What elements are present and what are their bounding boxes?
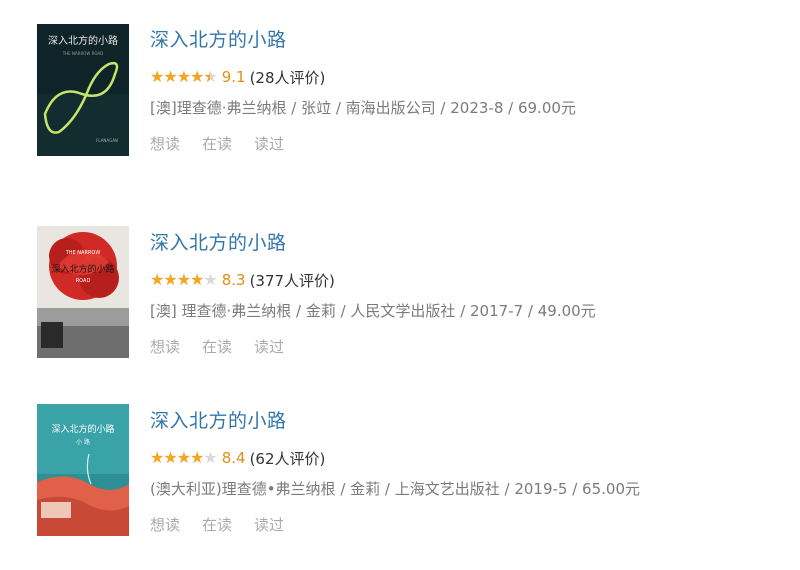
rating-score: 8.3: [221, 271, 246, 289]
rating-count: (377人评价): [249, 271, 335, 290]
cover-title-text: 深入北方的小路: [48, 34, 118, 47]
svg-text:ROAD: ROAD: [76, 278, 91, 284]
book-title-link[interactable]: 深入北方的小路: [150, 28, 576, 52]
want-to-read-button[interactable]: 想读: [150, 515, 180, 535]
rating-row: ★★★★★★★★★★ 8.3 (377人评价): [150, 270, 596, 290]
cover-title-text: 深入北方的小路: [51, 263, 114, 275]
book-cover-image[interactable]: 深入北方的小路 小 路: [37, 404, 129, 536]
rating-score: 8.4: [221, 449, 246, 467]
star-rating-icon: ★★★★★★★★★★: [150, 67, 218, 86]
svg-text:FLANAGAN: FLANAGAN: [96, 138, 118, 143]
book-cover-image[interactable]: 深入北方的小路 THE NARROW ROAD FLANAGAN: [37, 24, 129, 156]
want-to-read-button[interactable]: 想读: [150, 337, 180, 357]
publication-info: (澳大利亚)理查德•弗兰纳根 / 金莉 / 上海文艺出版社 / 2019-5 /…: [150, 480, 640, 498]
want-to-read-button[interactable]: 想读: [150, 134, 180, 154]
svg-text:THE NARROW ROAD: THE NARROW ROAD: [62, 51, 104, 56]
book-cover-image[interactable]: THE NARROW ROAD 深入北方的小路: [37, 226, 129, 358]
reading-button[interactable]: 在读: [202, 337, 232, 357]
read-button[interactable]: 读过: [254, 515, 284, 535]
rating-row: ★★★★★ ★★★★★ 9.1 (28人评价): [150, 67, 576, 87]
rating-count: (28人评价): [249, 68, 326, 87]
star-rating-icon: ★★★★★★★★★★: [150, 448, 218, 467]
reading-button[interactable]: 在读: [202, 134, 232, 154]
reading-actions: 想读 在读 读过: [150, 337, 596, 357]
rating-row: ★★★★★★★★★★ 8.4 (62人评价): [150, 448, 640, 468]
book-title-link[interactable]: 深入北方的小路: [150, 231, 596, 255]
star-rating-icon: ★★★★★★★★★★: [150, 270, 218, 289]
cover-title-text: 深入北方的小路: [51, 423, 114, 435]
read-button[interactable]: 读过: [254, 134, 284, 154]
publication-info: [澳] 理查德·弗兰纳根 / 金莉 / 人民文学出版社 / 2017-7 / 4…: [150, 302, 596, 320]
reading-actions: 想读 在读 读过: [150, 134, 576, 154]
rating-count: (62人评价): [249, 449, 326, 468]
publication-info: [澳]理查德·弗兰纳根 / 张竝 / 南海出版公司 / 2023-8 / 69.…: [150, 99, 576, 117]
svg-text:THE NARROW: THE NARROW: [65, 250, 101, 256]
rating-score: 9.1: [221, 68, 246, 86]
read-button[interactable]: 读过: [254, 337, 284, 357]
reading-button[interactable]: 在读: [202, 515, 232, 535]
svg-text:小 路: 小 路: [76, 438, 90, 446]
reading-actions: 想读 在读 读过: [150, 515, 640, 535]
book-title-link[interactable]: 深入北方的小路: [150, 409, 640, 433]
